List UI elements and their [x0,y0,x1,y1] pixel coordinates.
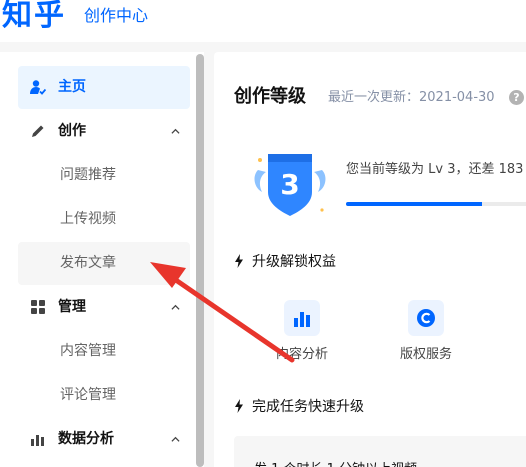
sidebar-item-label: 问题推荐 [60,167,116,183]
sidebar-item-comment-manage[interactable]: 评论管理 [18,374,190,417]
user-icon [30,80,46,95]
main-panel: 创作等级 最近一次更新：2021-04-30 ? 3 您当前等级为 Lv 3，还… [214,52,526,467]
benefit-content-analysis[interactable]: 内容分析 [262,300,342,362]
sidebar-item-label: 主页 [58,79,86,95]
task-item-text: 发 1 个时长 1 分钟以上视频 [254,458,417,467]
sidebar-item-label: 管理 [58,299,86,315]
chevron-up-icon [171,128,180,134]
sidebar-item-question-recommend[interactable]: 问题推荐 [18,154,190,197]
sidebar-scrollbar[interactable] [196,54,204,467]
grid-icon [31,300,45,314]
content-analysis-icon [284,300,320,336]
sidebar-item-analytics[interactable]: 数据分析 [18,418,190,461]
page-title: 创作等级 [234,86,306,107]
sidebar-item-publish-article[interactable]: 发布文章 [18,242,190,285]
sidebar-item-manage[interactable]: 管理 [18,286,190,329]
benefit-copyright-service[interactable]: 版权服务 [386,300,466,362]
sidebar-item-create[interactable]: 创作 [18,110,190,153]
top-header: 知乎 创作中心 [0,0,526,42]
pencil-icon [32,125,44,137]
level-status-text: 您当前等级为 Lv 3，还差 183 [346,162,524,177]
benefit-label: 版权服务 [399,347,452,362]
quick-upgrade-heading: 完成任务快速升级 [234,397,364,417]
chevron-up-icon [171,436,180,442]
unlock-benefits-label: 升级解锁权益 [252,254,336,270]
sidebar-item-label: 创作 [58,123,86,139]
sidebar-item-label: 评论管理 [60,387,116,403]
unlock-benefits-heading: 升级解锁权益 [234,252,336,272]
sidebar-item-label: 上传视频 [60,211,116,227]
sidebar-item-label: 内容管理 [60,343,116,359]
creator-center-title[interactable]: 创作中心 [84,5,148,27]
chevron-up-icon [171,304,180,310]
last-update-text: 最近一次更新：2021-04-30 [328,90,495,105]
quick-upgrade-label: 完成任务快速升级 [252,399,364,415]
bar-chart-icon [31,435,44,446]
zhihu-logo[interactable]: 知乎 [2,0,66,36]
sidebar-item-home[interactable]: 主页 [18,66,190,109]
sidebar-item-label: 发布文章 [60,255,116,271]
level-progress-fill [346,202,482,206]
sidebar-item-content-manage[interactable]: 内容管理 [18,330,190,373]
help-icon[interactable]: ? [509,90,524,105]
level-progress-bar [346,202,526,206]
level-badge-icon: 3 [254,154,326,216]
sidebar-item-upload-video[interactable]: 上传视频 [18,198,190,241]
copyright-icon [408,300,444,336]
benefit-label: 内容分析 [275,347,328,362]
level-number: 3 [280,168,299,201]
sidebar-item-label: 数据分析 [58,431,114,447]
task-card[interactable]: 发 1 个时长 1 分钟以上视频 [234,436,526,467]
lightning-icon [235,399,243,413]
lightning-icon [235,254,243,268]
